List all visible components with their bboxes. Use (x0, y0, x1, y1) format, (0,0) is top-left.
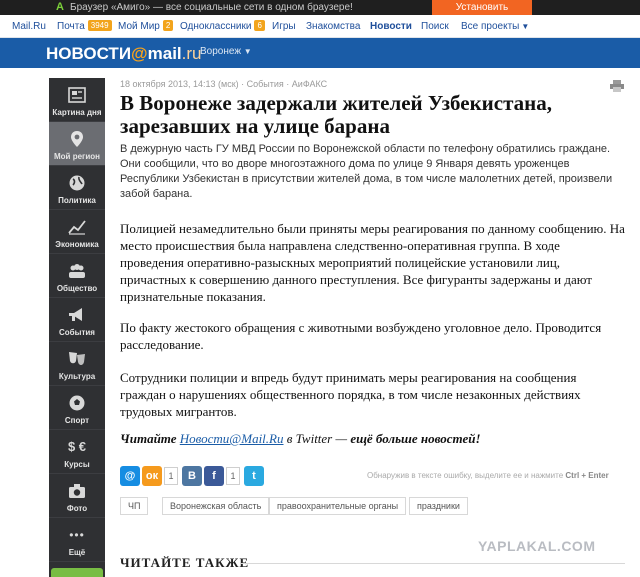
article-paragraph: Полицией незамедлительно были приняты ме… (120, 221, 625, 304)
article-title: В Воронеже задержали жителей Узбекистана… (120, 91, 553, 138)
chevron-down-icon: ▼ (521, 22, 530, 31)
sidebar-item-label: Картина дня (52, 108, 102, 117)
sidebar-item-label: События (59, 328, 95, 337)
watermark: YAPLAKAL.COM (478, 538, 596, 554)
sidebar-item-courses[interactable]: $ € Курсы (49, 430, 105, 474)
globe-icon (67, 174, 87, 192)
sidebar-item-culture[interactable]: Культура (49, 342, 105, 386)
portal-nav: Mail.Ru Почта 3949 Мой Мир 2 Одноклассники… (0, 15, 640, 38)
sidebar-item-label: Курсы (64, 460, 90, 469)
sidebar-bottom-tab[interactable] (51, 568, 103, 577)
promo-bar: A Браузер «Амиго» — все социальные сети … (0, 0, 640, 15)
ok-count-badge: 6 (254, 20, 265, 31)
nav-moymir[interactable]: Мой Мир 2 (118, 15, 174, 38)
brand-at: @ (131, 44, 148, 63)
nav-ok[interactable]: Одноклассники 6 (180, 15, 265, 38)
twitter-suffix: ещё больше новостей! (350, 431, 481, 446)
divider (240, 563, 625, 564)
nav-dating[interactable]: Знакомства (306, 15, 360, 38)
sidebar-item-sport[interactable]: Спорт (49, 386, 105, 430)
sidebar-item-photo[interactable]: Фото (49, 474, 105, 518)
article-paragraph: Сотрудники полиции и впредь будут приним… (120, 370, 581, 419)
nav-all-projects-label: Все проекты (461, 21, 520, 32)
brand-ru: .ru (181, 44, 202, 63)
article-paragraph: По факту жестокого обращения с животными… (120, 320, 602, 352)
news-header: НОВОСТИ@mail.ru Воронеж ▼ (0, 38, 640, 68)
camera-icon (67, 482, 87, 500)
sidebar-item-more[interactable]: ••• Ещё (49, 518, 105, 562)
vk-share-icon[interactable]: В (182, 466, 202, 486)
nav-games[interactable]: Игры (272, 15, 296, 38)
amigo-logo-icon: A (56, 1, 64, 13)
nav-all-projects[interactable]: Все проекты ▼ (461, 15, 529, 38)
more-dots-icon: ••• (69, 528, 85, 542)
brand-mail: mail (147, 44, 182, 63)
mailru-share-icon[interactable]: @ (120, 466, 140, 486)
megaphone-icon (67, 306, 87, 324)
sidebar-item-label: Фото (66, 504, 88, 513)
article-lead: В дежурную часть ГУ МВД России по Вороне… (120, 143, 613, 200)
news-mailru-logo[interactable]: НОВОСТИ@mail.ru (46, 44, 202, 64)
nav-pochta[interactable]: Почта 3949 (57, 15, 112, 38)
sidebar-item-label: Ещё (68, 548, 86, 557)
nav-search[interactable]: Поиск (421, 15, 449, 38)
report-keys: Ctrl + Enter (565, 471, 609, 480)
sidebar-item-label: Экономика (55, 240, 99, 249)
promo-text: Браузер «Амиго» — все социальные сети в … (70, 2, 353, 13)
sidebar-item-my-region[interactable]: Мой регион (49, 122, 105, 166)
tag-item[interactable]: праздники (409, 497, 468, 515)
ok-share-icon[interactable]: ок (142, 466, 162, 486)
facebook-share-icon[interactable]: f (204, 466, 224, 486)
sidebar-item-events[interactable]: События (49, 298, 105, 342)
sidebar-item-economy[interactable]: Экономика (49, 210, 105, 254)
twitter-promo: Читайте Новости@Mail.Ru в Twitter — ещё … (120, 431, 625, 447)
report-error-hint: Обнаружив в тексте ошибку, выделите ее и… (367, 471, 609, 480)
nav-ok-label: Одноклассники (180, 21, 252, 32)
article-meta: 18 октября 2013, 14:13 (мск) · События ·… (120, 79, 328, 89)
region-label: Воронеж (200, 46, 242, 57)
sidebar-item-label: Общество (56, 284, 98, 293)
sidebar-item-society[interactable]: Общество (49, 254, 105, 298)
sidebar-item-label: Культура (58, 372, 96, 381)
tag-item[interactable]: ЧП (120, 497, 149, 515)
people-icon (67, 262, 87, 280)
sidebar-item-politics[interactable]: Политика (49, 166, 105, 210)
sidebar-item-label: Спорт (64, 416, 90, 425)
install-button[interactable]: Установить (432, 0, 532, 15)
sidebar-item-label: Мой регион (54, 152, 100, 161)
twitter-share-icon[interactable]: t (244, 466, 264, 486)
nav-pochta-label: Почта (57, 21, 85, 32)
sidebar-item-picture-of-day[interactable]: Картина дня (49, 78, 105, 122)
currency-icon: $ € (67, 439, 87, 454)
soccer-ball-icon (67, 394, 87, 412)
newspaper-icon (67, 86, 87, 104)
theater-masks-icon (67, 350, 87, 368)
ok-share-count: 1 (164, 467, 178, 485)
nav-moymir-label: Мой Мир (118, 21, 160, 32)
nav-news[interactable]: Новости (370, 15, 412, 38)
map-pin-icon (67, 130, 87, 148)
nav-mailru[interactable]: Mail.Ru (12, 15, 46, 38)
facebook-share-count: 1 (226, 467, 240, 485)
twitter-prefix: Читайте (120, 431, 177, 446)
brand-prefix: НОВОСТИ (46, 44, 132, 63)
tag-item[interactable]: Воронежская область (162, 497, 270, 515)
category-sidebar: Картина дня Мой регион Политика Экономик… (49, 78, 105, 577)
twitter-link[interactable]: Новости@Mail.Ru (180, 431, 284, 446)
moymir-count-badge: 2 (162, 20, 174, 31)
region-selector[interactable]: Воронеж ▼ (200, 46, 252, 57)
report-text: Обнаружив в тексте ошибку, выделите ее и… (367, 471, 564, 480)
print-icon[interactable] (610, 79, 624, 92)
twitter-middle: в Twitter — (286, 431, 348, 446)
read-also-heading: ЧИТАЙТЕ ТАКЖЕ (120, 555, 250, 570)
chevron-down-icon: ▼ (243, 47, 252, 56)
chart-icon (67, 218, 87, 236)
tag-item[interactable]: правоохранительные органы (269, 497, 407, 515)
pochta-count-badge: 3949 (87, 20, 112, 31)
sidebar-item-label: Политика (58, 196, 96, 205)
